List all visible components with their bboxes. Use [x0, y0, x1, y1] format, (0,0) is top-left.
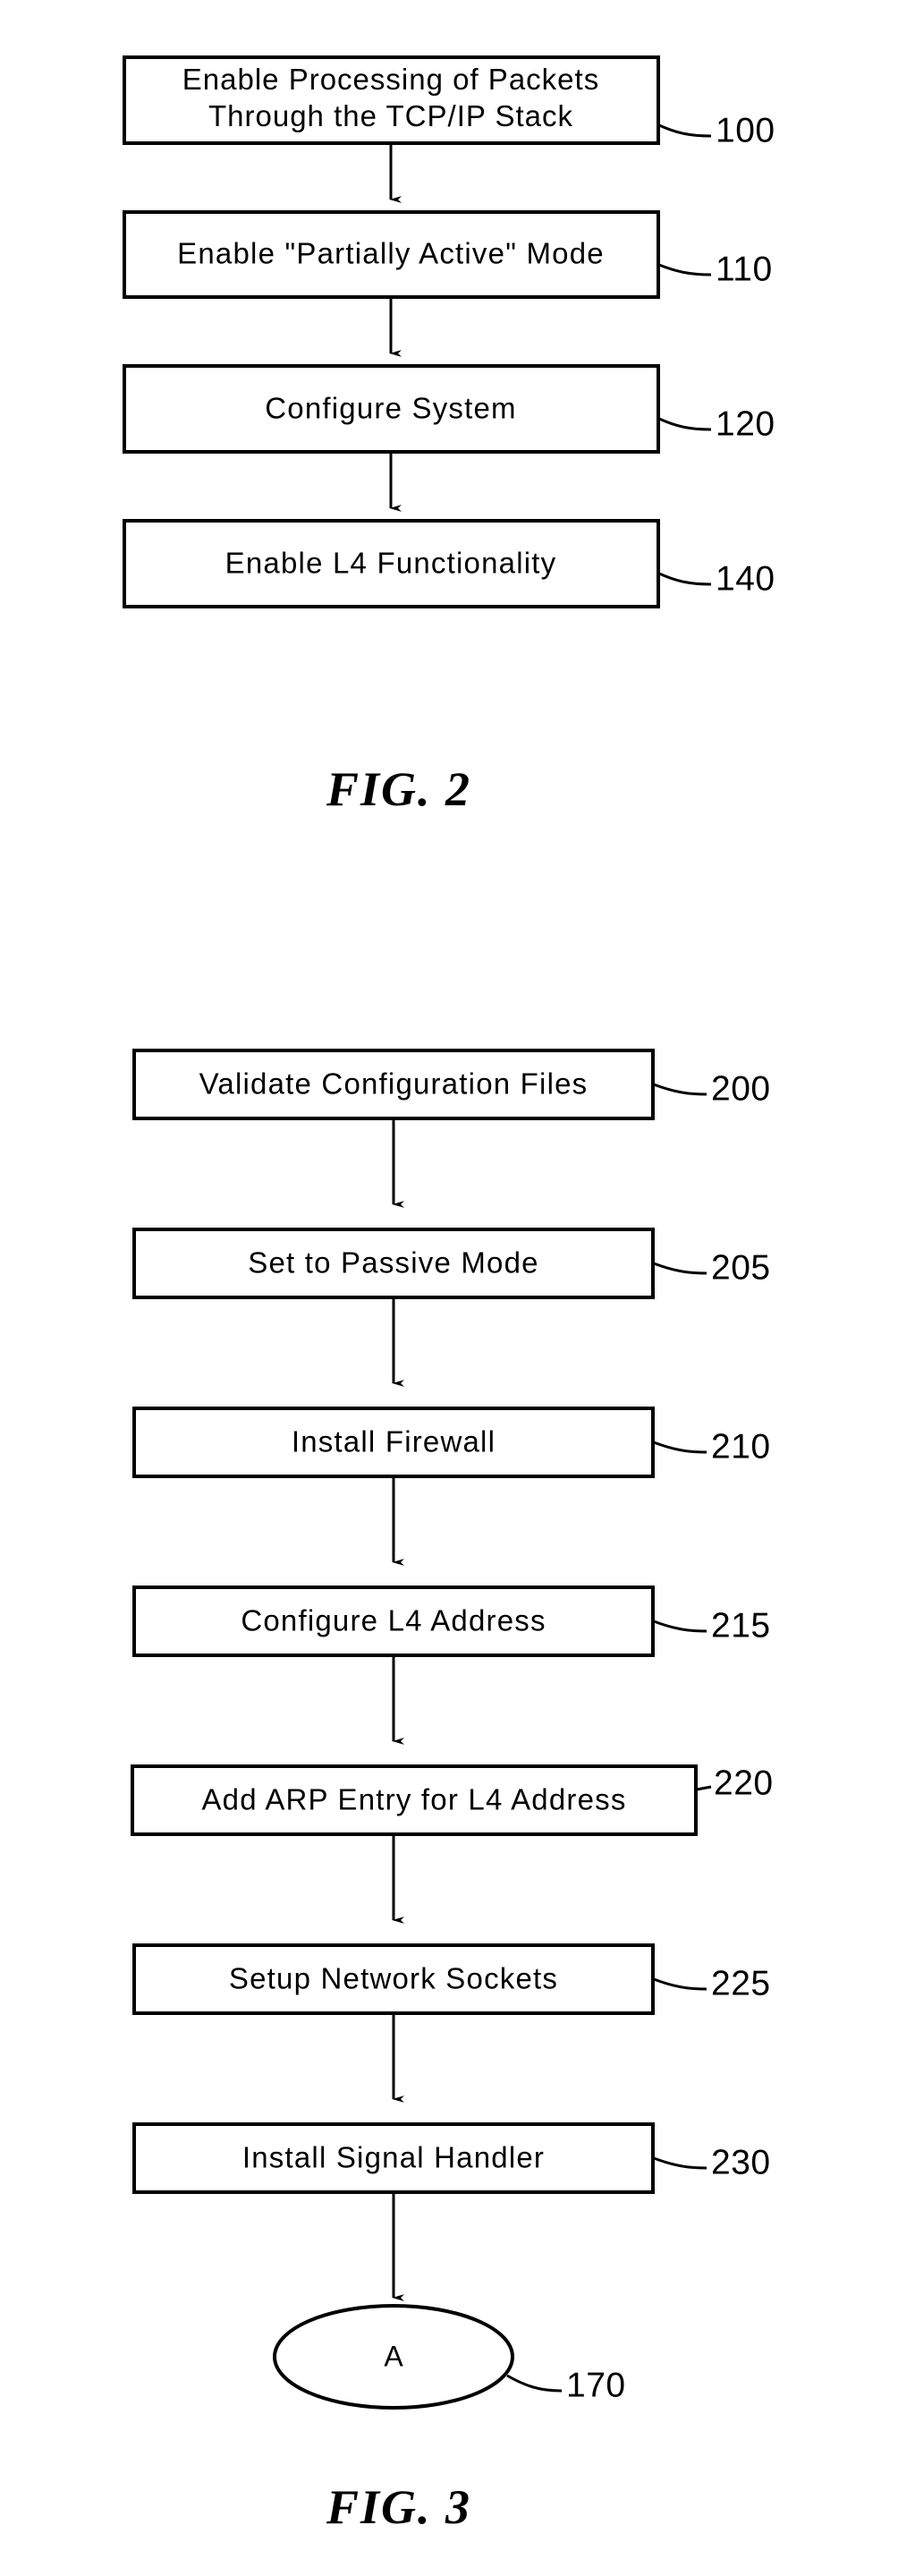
fig3-node-170-terminator[interactable]: A — [273, 2304, 514, 2410]
fig3-ref-215: 215 — [711, 1606, 771, 1645]
fig2-leader-110 — [658, 263, 712, 276]
fig3-box-200-label: Validate Configuration Files — [199, 1067, 589, 1101]
fig3-ref-200: 200 — [711, 1069, 771, 1108]
flowchart-canvas: Enable Processing of Packets Through the… — [123, 55, 775, 2534]
figure-3-group: Validate Configuration Files 200 Set to … — [131, 1049, 774, 2534]
fig3-node-225[interactable]: Setup Network Sockets — [132, 1943, 655, 2015]
fig3-ref-210: 210 — [711, 1427, 771, 1466]
fig2-ref-100: 100 — [716, 111, 775, 149]
fig3-ref-225: 225 — [711, 1964, 771, 2002]
fig2-box-140-label: Enable L4 Functionality — [225, 547, 557, 580]
fig2-box-100-line1: Enable Processing of Packets — [182, 63, 599, 96]
fig3-node-200[interactable]: Validate Configuration Files — [132, 1049, 655, 1120]
fig3-node-210[interactable]: Install Firewall — [132, 1407, 655, 1478]
fig2-node-100[interactable]: Enable Processing of Packets Through the… — [123, 55, 660, 145]
figure-2-group: Enable Processing of Packets Through the… — [123, 55, 775, 816]
fig2-box-110-label: Enable "Partially Active" Mode — [177, 237, 605, 270]
fig3-leader-170 — [506, 2374, 563, 2393]
fig3-box-230-label: Install Signal Handler — [242, 2141, 545, 2174]
fig3-caption: FIG. 3 — [326, 2480, 471, 2534]
fig3-ref-230: 230 — [711, 2143, 771, 2181]
fig3-box-225-label: Setup Network Sockets — [229, 1962, 558, 1995]
fig3-box-205-label: Set to Passive Mode — [248, 1246, 538, 1279]
fig2-leader-140 — [658, 572, 712, 586]
fig2-leader-120 — [658, 417, 712, 431]
fig2-caption: FIG. 2 — [326, 762, 471, 816]
fig2-ref-120: 120 — [716, 404, 775, 443]
fig3-node-215[interactable]: Configure L4 Address — [132, 1586, 655, 1657]
fig2-node-110[interactable]: Enable "Partially Active" Mode — [123, 210, 660, 299]
patent-drawing-sheet: Enable Processing of Packets Through the… — [0, 0, 915, 2576]
fig2-leader-100 — [658, 123, 712, 138]
fig2-node-140[interactable]: Enable L4 Functionality — [123, 519, 660, 608]
fig3-ref-170: 170 — [566, 2366, 626, 2404]
fig3-box-215-label: Configure L4 Address — [241, 1604, 546, 1637]
fig3-ref-220: 220 — [714, 1764, 774, 1802]
fig3-leader-230 — [653, 2156, 707, 2170]
fig3-box-220-label: Add ARP Entry for L4 Address — [201, 1783, 626, 1816]
fig2-box-120-label: Configure System — [265, 392, 516, 425]
fig3-leader-200 — [653, 1083, 707, 1096]
fig2-node-120[interactable]: Configure System — [123, 364, 660, 454]
fig2-ref-110: 110 — [716, 250, 773, 288]
fig2-ref-140: 140 — [716, 559, 775, 598]
fig3-leader-215 — [653, 1620, 707, 1633]
fig3-leader-210 — [653, 1441, 707, 1454]
fig2-box-100-line2: Through the TCP/IP Stack — [208, 99, 573, 132]
fig3-leader-205 — [653, 1262, 707, 1275]
fig3-box-210-label: Install Firewall — [292, 1425, 496, 1458]
fig3-terminator-170-label: A — [384, 2340, 403, 2372]
fig3-leader-220 — [696, 1785, 712, 1791]
fig3-node-205[interactable]: Set to Passive Mode — [132, 1228, 655, 1299]
fig3-node-220[interactable]: Add ARP Entry for L4 Address — [131, 1764, 698, 1836]
fig3-ref-205: 205 — [711, 1248, 771, 1287]
fig3-node-230[interactable]: Install Signal Handler — [132, 2122, 655, 2194]
fig3-leader-225 — [653, 1977, 707, 1991]
